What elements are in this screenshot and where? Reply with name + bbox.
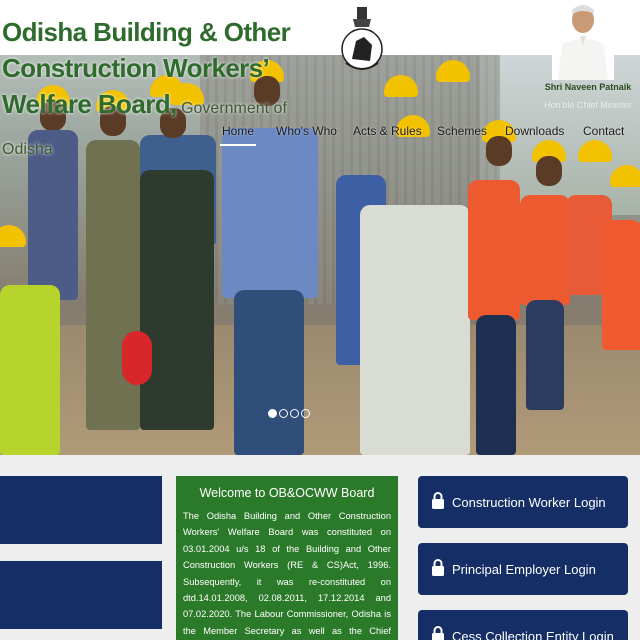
content-section: Welcome to OB&OCWW Board The Odisha Buil…: [0, 455, 640, 640]
main-navigation: Home Who's Who Acts & Rules Schemes Down…: [220, 124, 640, 146]
chief-minister-panel: Shri Naveen Patnaik Hon'ble Chief Minist…: [536, 0, 640, 118]
site-title[interactable]: Odisha Building & Other Construction Wor…: [2, 14, 342, 168]
chief-minister-photo: [552, 0, 614, 80]
red-helmet-in-hand: [122, 331, 152, 385]
cess-collection-login-label: Cess Collection Entity Login: [452, 628, 614, 640]
nav-home[interactable]: Home: [222, 124, 254, 138]
principal-employer-login-button[interactable]: Principal Employer Login: [418, 543, 628, 595]
cess-collection-login-button[interactable]: Cess Collection Entity Login: [418, 610, 628, 640]
welcome-text: The Odisha Building and Other Constructi…: [183, 511, 391, 636]
slider-dot-2[interactable]: [279, 409, 288, 418]
slider-pagination: [268, 409, 310, 421]
welcome-panel: Welcome to OB&OCWW Board The Odisha Buil…: [176, 476, 398, 640]
nav-whos-who[interactable]: Who's Who: [276, 124, 337, 138]
nav-downloads[interactable]: Downloads: [505, 124, 564, 138]
chief-minister-role: Hon'ble Chief Minister: [544, 100, 632, 110]
nav-schemes[interactable]: Schemes: [437, 124, 487, 138]
state-emblem-icon: [340, 3, 384, 87]
construction-worker-login-label: Construction Worker Login: [452, 494, 606, 510]
site-title-line2: Welfare Board,: [2, 89, 177, 119]
welcome-title: Welcome to OB&OCWW Board: [199, 486, 375, 500]
slider-dot-3[interactable]: [290, 409, 299, 418]
construction-worker-login-button[interactable]: Construction Worker Login: [418, 476, 628, 528]
principal-employer-login-label: Principal Employer Login: [452, 561, 596, 577]
lock-icon: [432, 559, 444, 576]
slider-dot-1[interactable]: [268, 409, 277, 418]
site-title-line1: Odisha Building & Other Construction Wor…: [2, 17, 291, 83]
lock-icon: [432, 626, 444, 640]
lock-icon: [432, 492, 444, 509]
slider-dot-4[interactable]: [301, 409, 310, 418]
info-card-2[interactable]: [0, 561, 162, 629]
info-card-1[interactable]: [0, 476, 162, 544]
nav-acts-rules[interactable]: Acts & Rules: [353, 124, 422, 138]
chief-minister-name: Shri Naveen Patnaik: [544, 82, 632, 92]
nav-active-indicator: [220, 144, 256, 146]
nav-contact[interactable]: Contact: [583, 124, 624, 138]
